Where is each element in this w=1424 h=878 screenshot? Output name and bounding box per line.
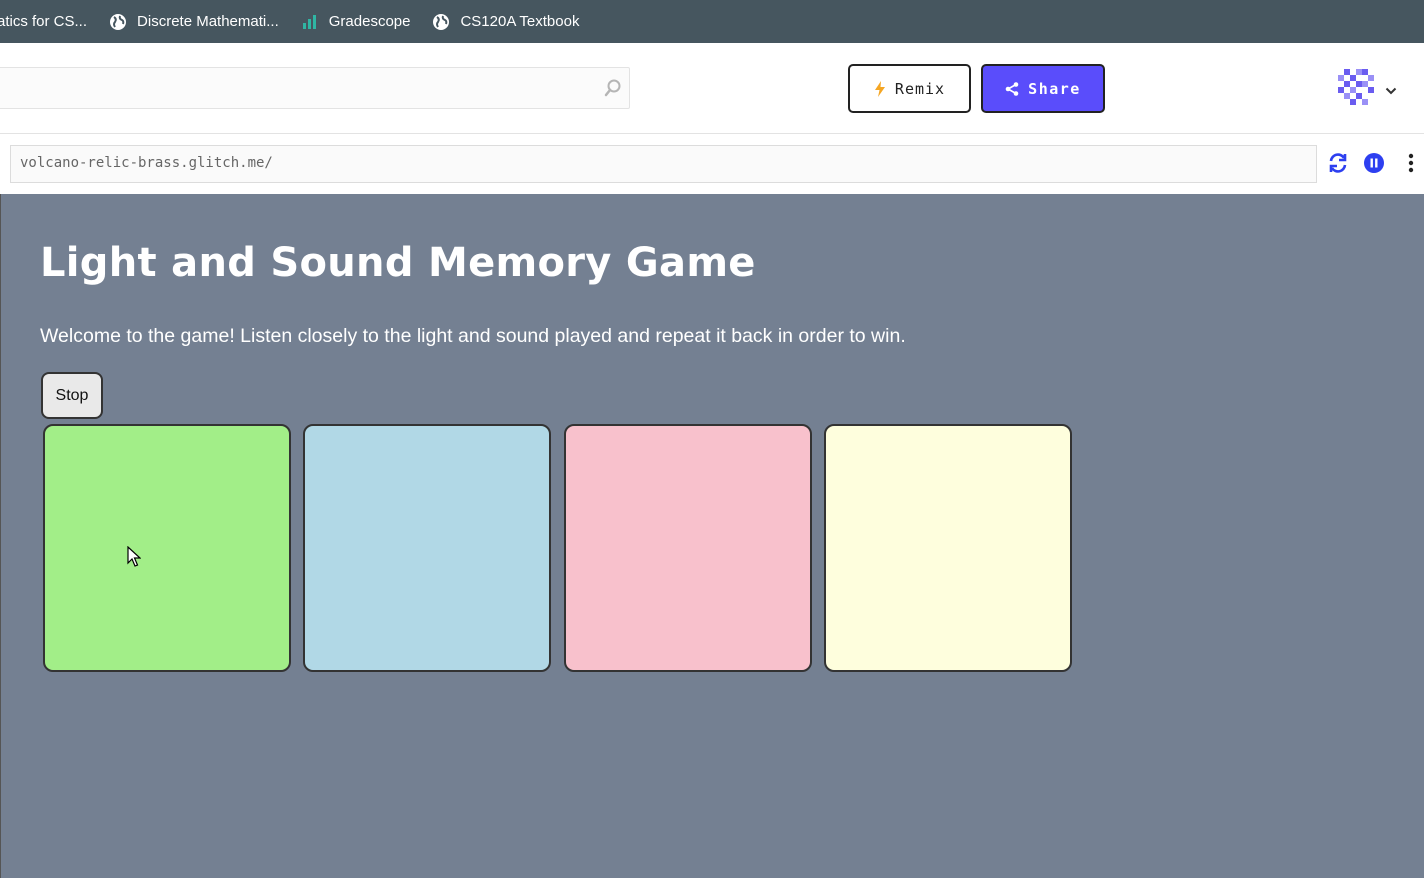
bookmark-item[interactable]: CS120A Textbook <box>432 13 579 31</box>
app-preview: Light and Sound Memory Game Welcome to t… <box>0 194 1424 878</box>
globe-icon <box>432 13 450 31</box>
game-button-4[interactable] <box>824 424 1072 672</box>
game-button-2[interactable] <box>303 424 551 672</box>
bookmark-label: CS120A Textbook <box>460 13 580 30</box>
share-label: Share <box>1028 79 1081 98</box>
game-description: Welcome to the game! Listen closely to t… <box>40 325 906 347</box>
bookmark-label: atics for CS... <box>0 13 88 30</box>
search-input[interactable] <box>0 67 630 109</box>
bookmark-item[interactable]: atics for CS... <box>0 13 87 30</box>
bookmarks-bar: atics for CS... Discrete Mathemati... Gr… <box>0 0 1424 43</box>
bar-chart-icon <box>301 13 319 31</box>
remix-label: Remix <box>894 79 946 98</box>
remix-button[interactable]: Remix <box>848 64 971 113</box>
bookmark-label: Gradescope <box>328 13 411 30</box>
mouse-cursor-icon <box>127 545 142 568</box>
game-button-3[interactable] <box>564 424 812 672</box>
globe-icon <box>109 13 127 31</box>
stop-button[interactable]: Stop <box>41 372 103 419</box>
chevron-down-icon[interactable] <box>1385 83 1397 95</box>
game-button-1[interactable] <box>43 424 291 672</box>
bookmark-label: Discrete Mathemati... <box>137 13 279 30</box>
share-icon <box>1005 81 1019 96</box>
preview-url-bar: volcano-relic-brass.glitch.me/ <box>0 134 1424 194</box>
search-icon[interactable] <box>603 78 623 98</box>
share-button[interactable]: Share <box>981 64 1105 113</box>
page-title: Light and Sound Memory Game <box>40 240 756 286</box>
url-field[interactable]: volcano-relic-brass.glitch.me/ <box>10 145 1317 183</box>
bookmark-item[interactable]: Discrete Mathemati... <box>109 13 279 31</box>
refresh-icon[interactable] <box>1327 152 1349 174</box>
pause-icon[interactable] <box>1363 152 1385 174</box>
more-options-icon[interactable] <box>1405 152 1417 174</box>
avatar[interactable] <box>1338 69 1374 105</box>
editor-header: Remix Share <box>0 43 1424 134</box>
lightning-icon <box>874 80 886 97</box>
bookmark-item[interactable]: Gradescope <box>301 13 411 31</box>
